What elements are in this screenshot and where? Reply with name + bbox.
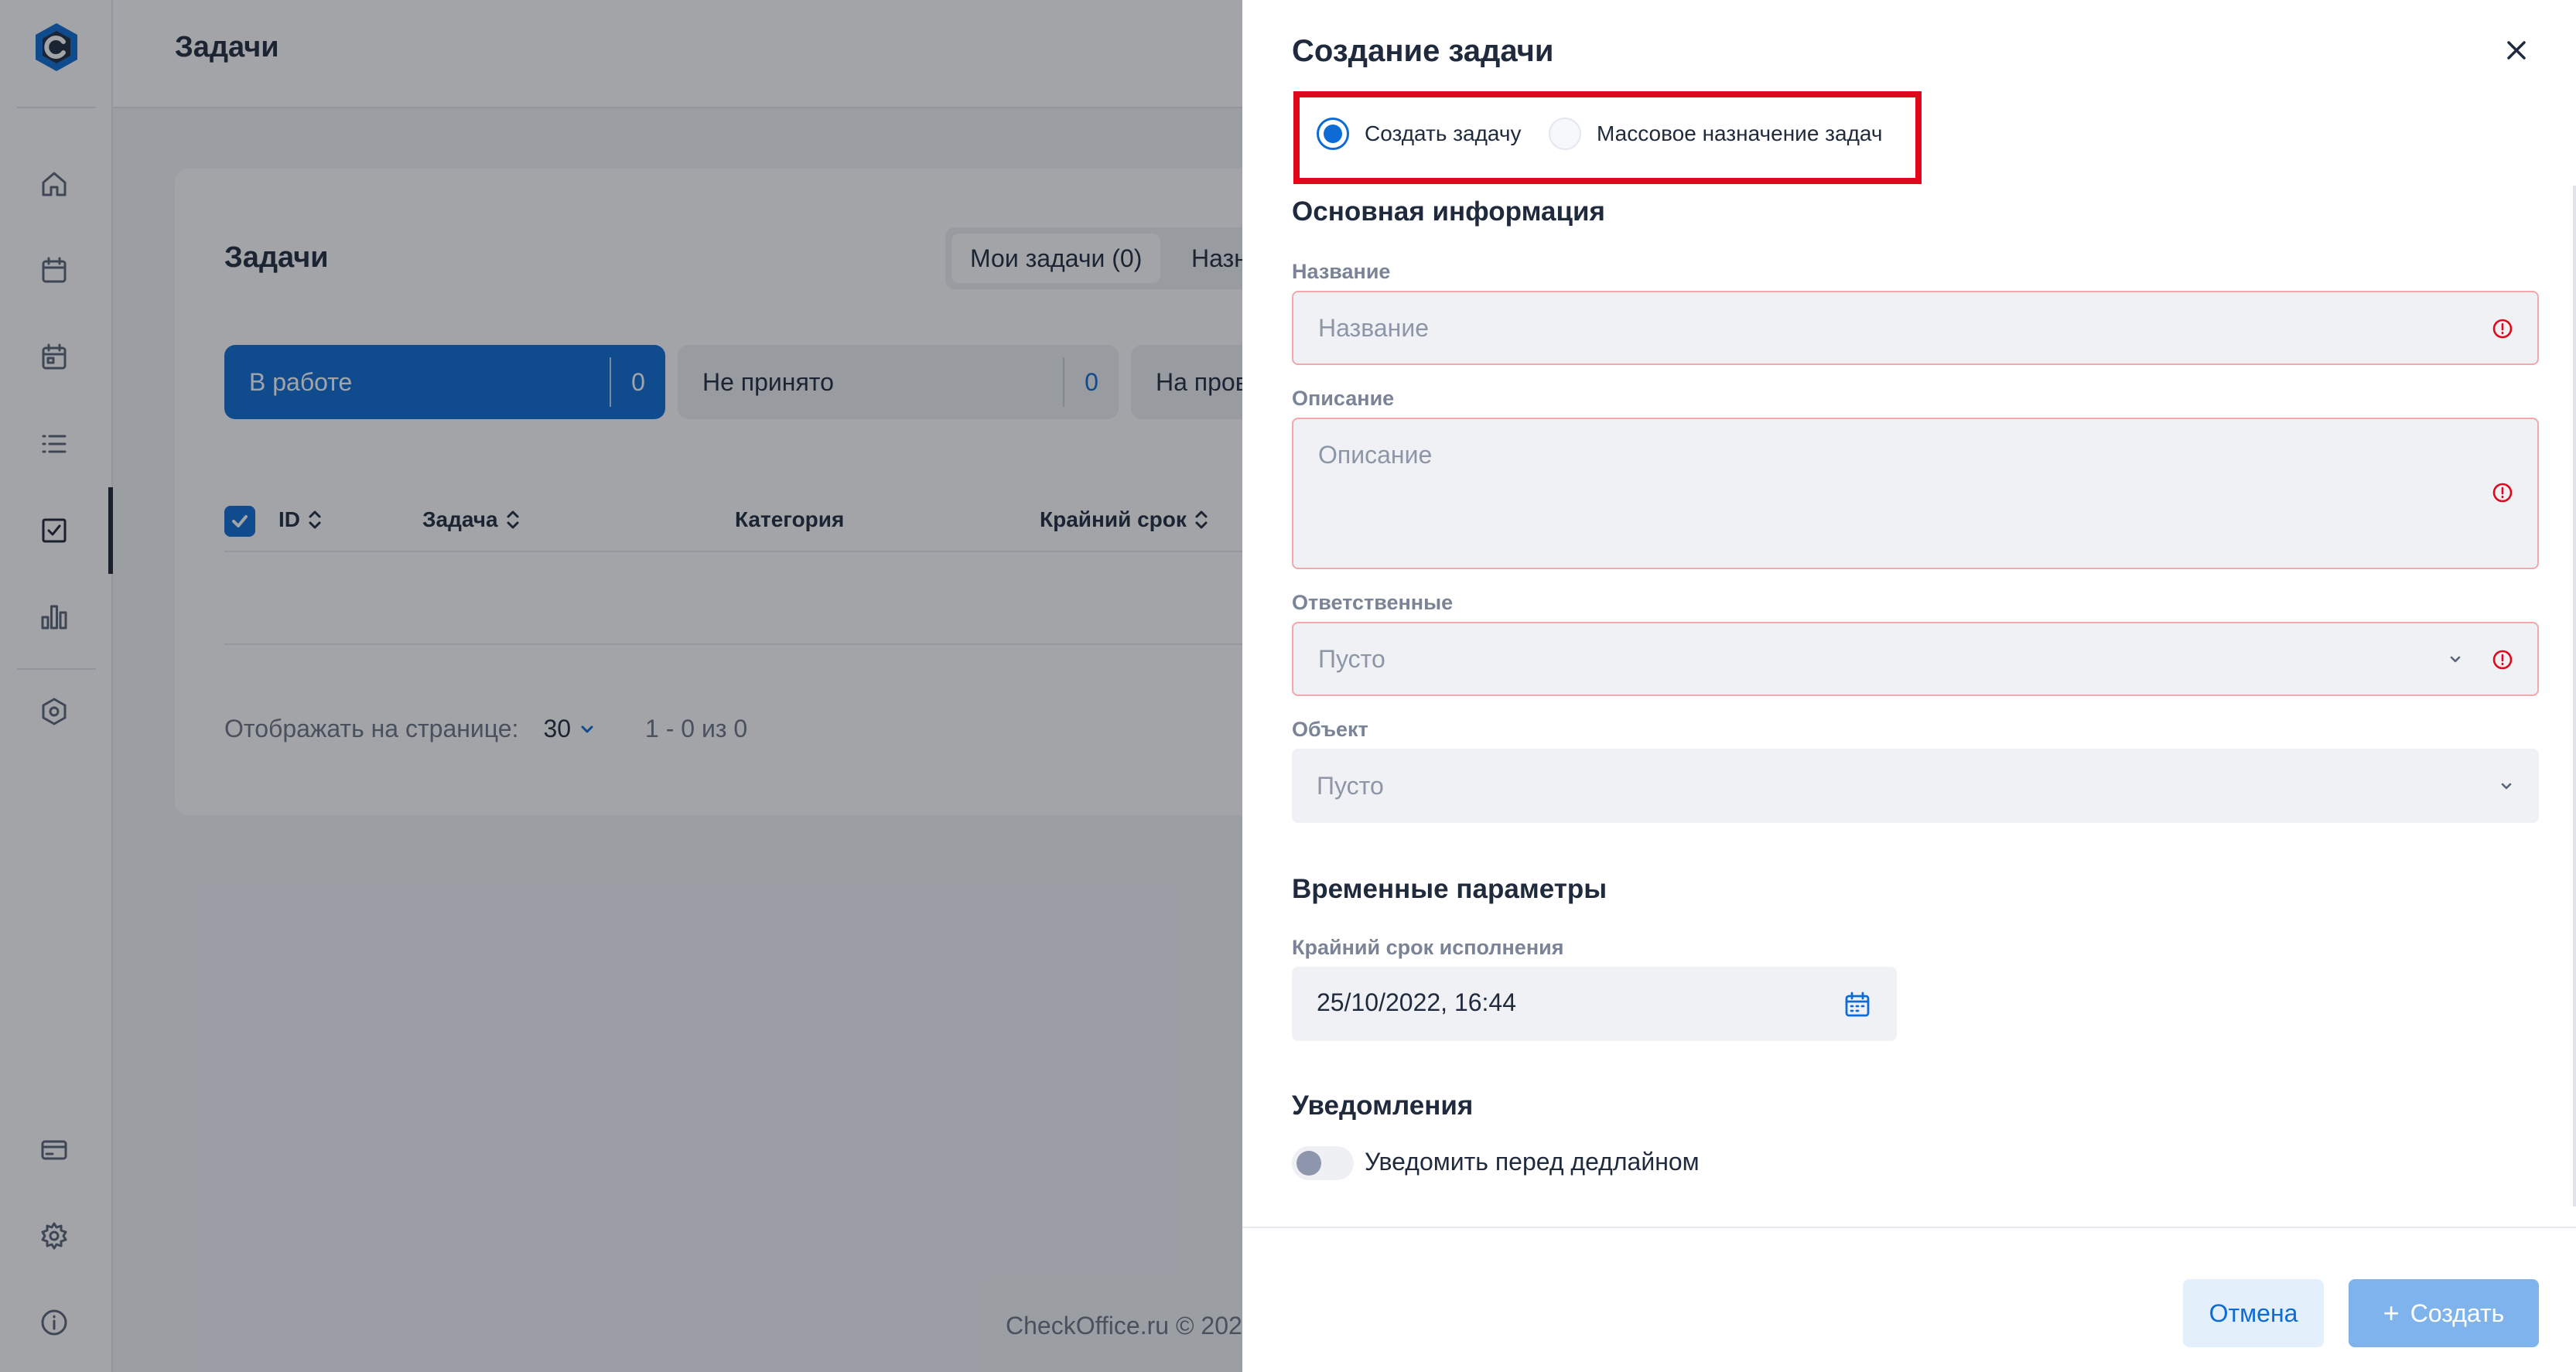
name-label: Название [1292, 260, 1391, 283]
error-icon [2491, 481, 2514, 504]
create-task-drawer: Создание задачи Создать задачу Массовое … [1242, 0, 2576, 1372]
name-input[interactable]: Название [1292, 291, 2539, 365]
chevron-down-icon [2497, 776, 2516, 795]
radio-create-task[interactable]: Создать задачу [1317, 118, 1521, 150]
plus-icon: + [2383, 1297, 2400, 1329]
radio-unselected[interactable] [1549, 118, 1581, 150]
error-icon [2491, 648, 2514, 671]
error-icon [2491, 317, 2514, 340]
deadline-label: Крайний срок исполнения [1292, 936, 1564, 959]
calendar-icon[interactable] [1843, 990, 1872, 1019]
create-button[interactable]: + Создать [2349, 1279, 2539, 1347]
assignees-select[interactable]: Пусто [1292, 622, 2539, 696]
section-notifications: Уведомления [1292, 1090, 1474, 1121]
description-label: Описание [1292, 387, 1395, 410]
drawer-scrollbar[interactable] [2573, 186, 2576, 1206]
section-basic-info: Основная информация [1292, 196, 1605, 227]
close-icon [2507, 41, 2526, 60]
object-label: Объект [1292, 718, 1368, 741]
drawer-footer-divider [1242, 1227, 2576, 1228]
notify-label: Уведомить перед дедлайном [1365, 1148, 1700, 1176]
close-button[interactable] [2497, 31, 2536, 70]
cancel-button[interactable]: Отмена [2183, 1279, 2324, 1347]
object-select[interactable]: Пусто [1292, 749, 2539, 823]
notify-toggle[interactable] [1292, 1146, 1354, 1180]
modal-overlay[interactable] [0, 0, 1242, 1372]
section-time-params: Временные параметры [1292, 874, 1607, 904]
drawer-title: Создание задачи [1292, 34, 1554, 68]
description-textarea[interactable]: Описание [1292, 418, 2539, 569]
assignees-label: Ответственные [1292, 591, 1454, 614]
chevron-down-icon [2446, 650, 2465, 668]
deadline-datepicker[interactable]: 25/10/2022, 16:44 [1292, 967, 1897, 1041]
radio-bulk-assign[interactable]: Массовое назначение задач [1549, 118, 1882, 150]
radio-selected[interactable] [1317, 118, 1349, 150]
